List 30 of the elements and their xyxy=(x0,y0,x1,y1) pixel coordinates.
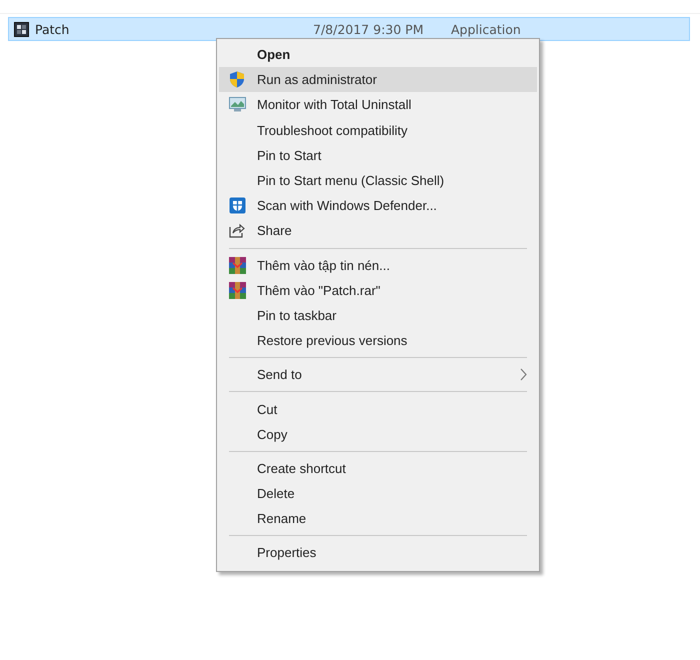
menu-item[interactable]: Thêm vào "Patch.rar" xyxy=(219,278,537,303)
application-icon xyxy=(14,22,29,36)
menu-item[interactable]: Send to xyxy=(219,362,537,388)
file-name: Patch xyxy=(35,22,70,36)
file-row[interactable]: Patch 7/8/2017 9:30 PM Application xyxy=(8,17,690,41)
chevron-right-icon xyxy=(520,368,527,382)
menu-item[interactable]: Thêm vào tập tin nén... xyxy=(219,252,537,278)
archive-icon xyxy=(229,282,246,299)
menu-item[interactable]: Troubleshoot compatibility xyxy=(219,118,537,143)
menu-item[interactable]: Monitor with Total Uninstall xyxy=(219,92,537,118)
menu-item[interactable]: Properties xyxy=(219,540,537,566)
menu-item[interactable]: Rename xyxy=(219,506,537,532)
date-modified: 7/8/2017 9:30 PM xyxy=(313,22,424,36)
monitor-icon xyxy=(229,97,246,112)
menu-item[interactable]: Create shortcut xyxy=(219,456,537,481)
shield-icon xyxy=(229,71,245,88)
file-type: Application xyxy=(451,22,521,36)
archive-icon xyxy=(229,256,246,274)
menu-item[interactable]: Open xyxy=(219,42,537,68)
menu-item[interactable]: Copy xyxy=(219,422,537,447)
share-icon xyxy=(229,223,245,238)
menu-item[interactable]: Pin to Start menu (Classic Shell) xyxy=(219,168,537,194)
menu-item[interactable]: Cut xyxy=(219,396,537,422)
menu-item[interactable]: Delete xyxy=(219,481,537,506)
menu-item[interactable]: Run as administrator xyxy=(219,67,537,92)
menu-item[interactable]: Pin to Start xyxy=(219,142,537,168)
menu-item[interactable]: Scan with Windows Defender... xyxy=(219,193,537,218)
menu-item[interactable]: Pin to taskbar xyxy=(219,302,537,328)
menu-item[interactable]: Restore previous versions xyxy=(219,328,537,354)
menu-item[interactable]: Share xyxy=(219,218,537,244)
